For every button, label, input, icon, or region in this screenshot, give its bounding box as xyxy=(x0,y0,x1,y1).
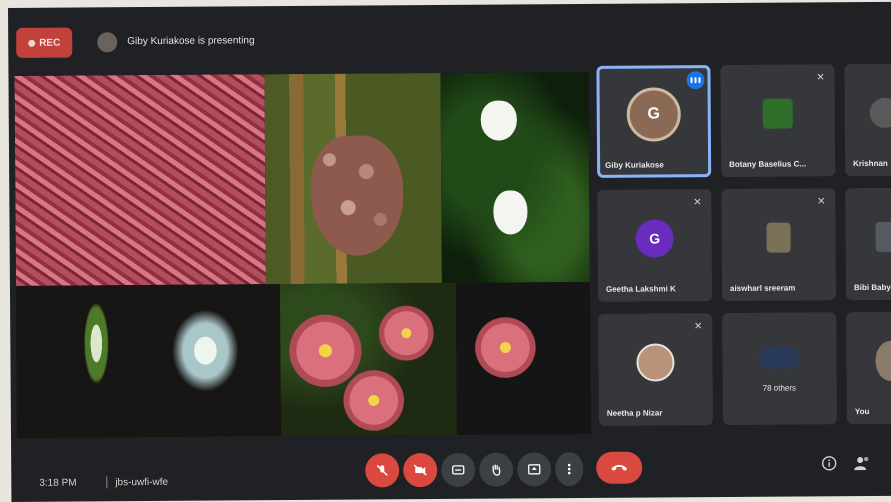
participant-tile[interactable]: Krishnan xyxy=(844,63,891,177)
participant-name: aiswharl sreeram xyxy=(729,283,796,293)
more-options-icon xyxy=(567,463,571,475)
photo-fruit-cluster xyxy=(264,72,442,285)
participant-tile[interactable]: You xyxy=(846,311,891,425)
more-options-button[interactable] xyxy=(555,451,584,487)
participant-name: Bibi Baby xyxy=(853,282,891,293)
shared-screen xyxy=(14,71,591,438)
people-icon xyxy=(854,456,869,471)
participant-tile[interactable]: ✕ G Geetha Lakshmi K xyxy=(597,189,713,302)
captions-icon xyxy=(452,465,465,475)
captions-button[interactable] xyxy=(441,452,476,487)
presenting-status: Giby Kuriakose is presenting xyxy=(127,35,255,48)
raise-hand-button[interactable] xyxy=(479,452,514,487)
participant-name: Geetha Lakshmi K xyxy=(605,284,676,294)
raise-hand-icon xyxy=(492,464,501,476)
photo-spider-orchids xyxy=(15,284,281,438)
clock: 3:18 PM xyxy=(39,477,77,489)
end-call-button[interactable] xyxy=(596,451,643,484)
top-bar: REC Giby Kuriakose is presenting xyxy=(8,2,891,70)
meeting-code: jbs-uwfi-wfe xyxy=(115,476,169,489)
avatar xyxy=(766,222,791,253)
record-dot-icon xyxy=(28,39,36,47)
avatar xyxy=(875,222,891,253)
mic-toggle-button[interactable] xyxy=(365,453,400,488)
photo-pink-flowers-right xyxy=(455,281,591,435)
avatar xyxy=(636,343,675,382)
speaking-indicator-icon xyxy=(686,71,705,90)
participant-name: Giby Kuriakose xyxy=(605,160,664,170)
info-icon xyxy=(821,456,837,471)
participant-name: 78 others xyxy=(762,383,797,393)
recording-badge: REC xyxy=(16,27,73,58)
photo-pink-flowers-left xyxy=(279,282,457,437)
end-call-icon xyxy=(611,464,628,471)
divider xyxy=(106,476,108,489)
avatar xyxy=(875,341,891,382)
avatar: G xyxy=(626,87,681,142)
present-button[interactable] xyxy=(517,452,552,487)
recording-label: REC xyxy=(39,37,61,49)
photo-white-orchids xyxy=(440,71,590,283)
avatar xyxy=(869,98,891,129)
participant-name: You xyxy=(854,406,870,417)
participant-tile[interactable]: ✕ Neetha p Nizar xyxy=(598,313,713,426)
participant-tile[interactable]: 78 others xyxy=(722,312,837,426)
mic-off-icon xyxy=(376,464,388,476)
participant-name: Botany Baselius C... xyxy=(729,159,807,169)
participant-name: Krishnan xyxy=(853,158,888,169)
mic-muted-icon: ✕ xyxy=(693,197,702,209)
avatar: G xyxy=(635,219,674,258)
people-button[interactable] xyxy=(853,455,871,475)
presenter-avatar xyxy=(97,32,118,53)
info-button[interactable] xyxy=(821,455,837,475)
participant-name: Neetha p Nizar xyxy=(606,408,663,418)
camera-off-icon xyxy=(413,464,427,476)
avatar xyxy=(759,346,800,369)
mic-muted-icon: ✕ xyxy=(816,72,825,84)
avatar xyxy=(762,98,793,129)
meet-screen: REC Giby Kuriakose is presenting G Giby … xyxy=(8,1,891,502)
photo-red-inflorescence xyxy=(14,74,266,286)
participant-tile[interactable]: ✕ Botany Baselius C... xyxy=(720,64,836,178)
mic-muted-icon: ✕ xyxy=(694,321,703,333)
camera-toggle-button[interactable] xyxy=(403,453,438,488)
present-screen-icon xyxy=(528,464,541,475)
participant-tile[interactable]: G Giby Kuriakose xyxy=(596,65,712,178)
participant-tile[interactable]: Bibi Baby xyxy=(845,187,891,301)
mic-muted-icon: ✕ xyxy=(817,196,826,208)
participant-tile[interactable]: ✕ aiswharl sreeram xyxy=(721,188,837,302)
